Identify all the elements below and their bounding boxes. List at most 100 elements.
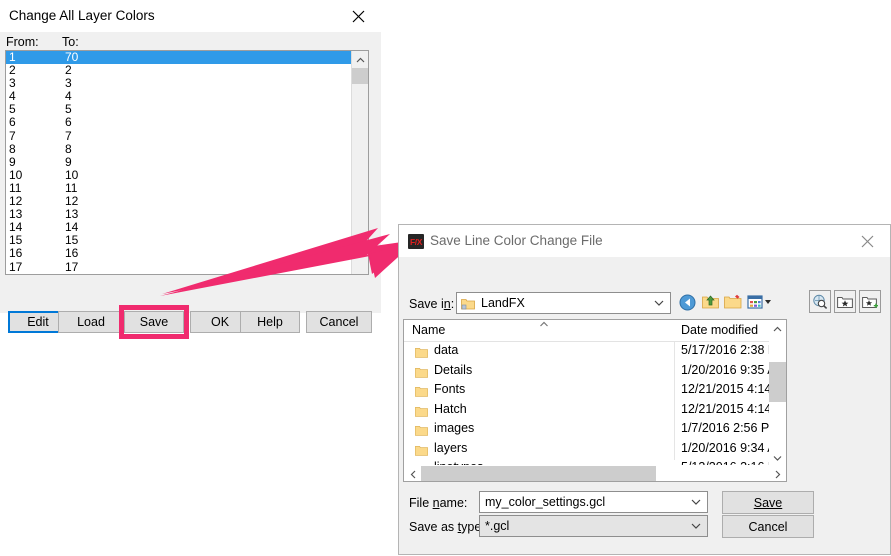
folder-icon xyxy=(415,365,428,378)
listbox-row[interactable]: 22 xyxy=(6,63,368,77)
file-list-vertical-scrollbar[interactable] xyxy=(769,320,786,466)
listbox-scroll-thumb[interactable] xyxy=(352,68,368,84)
listbox-row[interactable]: 1 70 xyxy=(6,51,368,65)
save-as-type-value: *.gcl xyxy=(485,519,510,533)
file-list-item[interactable]: Fonts 12/21/2015 4:14 PM xyxy=(404,381,786,401)
chevron-down-icon[interactable] xyxy=(691,523,701,530)
file-name-label: File name: xyxy=(409,496,468,510)
new-folder-icon[interactable] xyxy=(722,291,744,313)
folder-icon xyxy=(415,384,428,397)
folder-icon xyxy=(415,423,428,436)
folder-icon xyxy=(415,345,428,358)
file-list-horizontal-scroll-thumb[interactable] xyxy=(421,466,656,481)
scroll-up-icon[interactable] xyxy=(769,320,786,337)
file-list-header-name[interactable]: Name xyxy=(412,323,445,337)
listbox-row[interactable]: 10 10 xyxy=(6,167,368,182)
listbox-row-from: 16 xyxy=(9,246,23,261)
save-as-type-label: Save as type: xyxy=(409,520,485,534)
folder-icon xyxy=(461,299,475,310)
save-in-value: LandFX xyxy=(481,296,525,310)
scroll-down-icon[interactable] xyxy=(769,449,786,466)
listbox-row[interactable]: 11 11 xyxy=(6,181,368,195)
file-list-item-name: Details xyxy=(434,362,473,377)
sort-ascending-icon xyxy=(540,321,548,327)
column-header-from: From: xyxy=(6,35,39,49)
listbox-row[interactable]: 33 xyxy=(6,77,368,90)
scroll-up-icon[interactable] xyxy=(352,51,368,68)
scroll-left-icon[interactable] xyxy=(404,466,421,481)
save-in-dropdown[interactable]: LandFX xyxy=(456,292,671,314)
listbox-row[interactable]: 16 16 xyxy=(6,247,368,260)
close-icon[interactable] xyxy=(336,0,381,32)
folder-icon xyxy=(415,443,428,456)
listbox-rows: 1 70 2 2 3 3 4 4 5 5 6 6 7 7 8 8 9 9 10 10 11 11 12 12 13 13 14 14 1… xyxy=(6,51,368,274)
listbox-row[interactable]: 12 12 xyxy=(6,194,368,208)
help-button[interactable]: Help xyxy=(240,311,300,333)
chevron-down-icon[interactable] xyxy=(691,499,701,506)
file-list-header-date-modified[interactable]: Date modified xyxy=(681,323,758,337)
listbox-row-to: 6 xyxy=(65,115,72,130)
listbox-row[interactable]: 17 17 xyxy=(6,260,368,274)
search-folder-icon[interactable] xyxy=(809,290,831,313)
landfx-app-icon-text: F/X xyxy=(409,236,423,247)
file-list-item-name: images xyxy=(434,421,475,435)
folder-icon xyxy=(415,404,428,417)
window1-title: Change All Layer Colors xyxy=(9,8,155,23)
file-name-value: my_color_settings.gcl xyxy=(485,495,606,509)
listbox-row[interactable]: 77 xyxy=(6,128,368,143)
window2-titlebar[interactable]: F/X Save Line Color Change File xyxy=(399,225,890,257)
dialog-save-button-label: Save xyxy=(753,495,783,510)
window1-body: From: To: 1 70 2 2 3 3 4 4 5 5 6 6 7 7 8 8 9 9 10 10 11 11 12 1… xyxy=(0,32,381,339)
layer-color-mapping-listbox[interactable]: 1 70 2 2 3 3 4 4 5 5 6 6 7 7 8 8 9 9 10 10 11 11 12 12 13 13 14 14 1… xyxy=(5,50,369,275)
file-name-input[interactable]: my_color_settings.gcl xyxy=(479,491,708,513)
window1-titlebar[interactable]: Change All Layer Colors xyxy=(0,0,381,32)
listbox-row[interactable]: 88 xyxy=(6,141,368,156)
up-folder-icon[interactable] xyxy=(699,291,721,313)
save-button[interactable]: Save xyxy=(124,311,184,333)
views-icon[interactable] xyxy=(745,291,775,313)
file-list-item[interactable]: Details 1/20/2016 9:35 AM xyxy=(404,362,786,382)
listbox-row[interactable]: 99 xyxy=(6,154,368,169)
column-header-to: To: xyxy=(62,35,79,49)
listbox-row[interactable]: 44 xyxy=(6,90,368,103)
file-list-item[interactable]: images 1/7/2016 2:56 PM xyxy=(404,420,786,440)
listbox-row[interactable]: 15 15 xyxy=(6,234,368,247)
chevron-down-icon[interactable] xyxy=(654,300,664,307)
load-button[interactable]: Load xyxy=(58,311,124,333)
file-list-item-name: data xyxy=(434,343,459,357)
file-list-item-date: 1/7/2016 2:56 PM xyxy=(681,421,780,435)
listbox-row[interactable]: 55 xyxy=(6,103,368,116)
save-as-type-dropdown[interactable]: *.gcl xyxy=(479,515,708,537)
file-list-item[interactable]: data 5/17/2016 2:38 PM xyxy=(404,342,786,362)
scroll-right-icon[interactable] xyxy=(769,466,786,481)
back-icon[interactable] xyxy=(676,291,698,313)
dialog-cancel-button[interactable]: Cancel xyxy=(722,515,814,538)
file-list-item-name: layers xyxy=(434,440,468,455)
listbox-row-to: 9 xyxy=(65,154,72,169)
dialog-save-button[interactable]: Save xyxy=(722,491,814,514)
favorites-folder-icon[interactable] xyxy=(834,290,856,313)
file-list-item[interactable]: Hatch 12/21/2015 4:14 PM xyxy=(404,401,786,421)
close-icon[interactable] xyxy=(845,225,890,257)
screen: Change All Layer Colors From: To: 1 70 2 2 3… xyxy=(0,0,891,556)
dialog-title: Save Line Color Change File xyxy=(430,233,603,248)
add-favorite-folder-icon[interactable] xyxy=(859,290,881,313)
listbox-row-from: 10 xyxy=(9,167,23,182)
listbox-row-from: 9 xyxy=(9,154,16,169)
listbox-row-from: 7 xyxy=(9,128,16,143)
file-list-scroll-thumb[interactable] xyxy=(769,362,786,402)
save-in-label: Save in: xyxy=(409,297,455,311)
landfx-app-icon: F/X xyxy=(408,234,424,249)
listbox-row[interactable]: 13 13 xyxy=(6,208,368,221)
listbox-row[interactable]: 66 xyxy=(6,116,368,129)
file-list-item[interactable]: layers 1/20/2016 9:34 AM xyxy=(404,440,786,460)
listbox-row[interactable]: 14 14 xyxy=(6,221,368,234)
listbox-row-from: 8 xyxy=(9,141,16,156)
listbox-row-from: 6 xyxy=(9,115,16,130)
file-list-rows: data 5/17/2016 2:38 PM Details 1/20/2016 9:… xyxy=(404,342,786,479)
listbox-vertical-scrollbar[interactable] xyxy=(351,51,368,274)
file-browser-list[interactable]: Name Date modified data 5/17/2016 2:38 PM… xyxy=(403,319,787,482)
cancel-button[interactable]: Cancel xyxy=(306,311,372,333)
change-all-layer-colors-window: Change All Layer Colors From: To: 1 70 2 2 3… xyxy=(0,0,381,339)
file-list-horizontal-scrollbar[interactable] xyxy=(404,465,786,481)
